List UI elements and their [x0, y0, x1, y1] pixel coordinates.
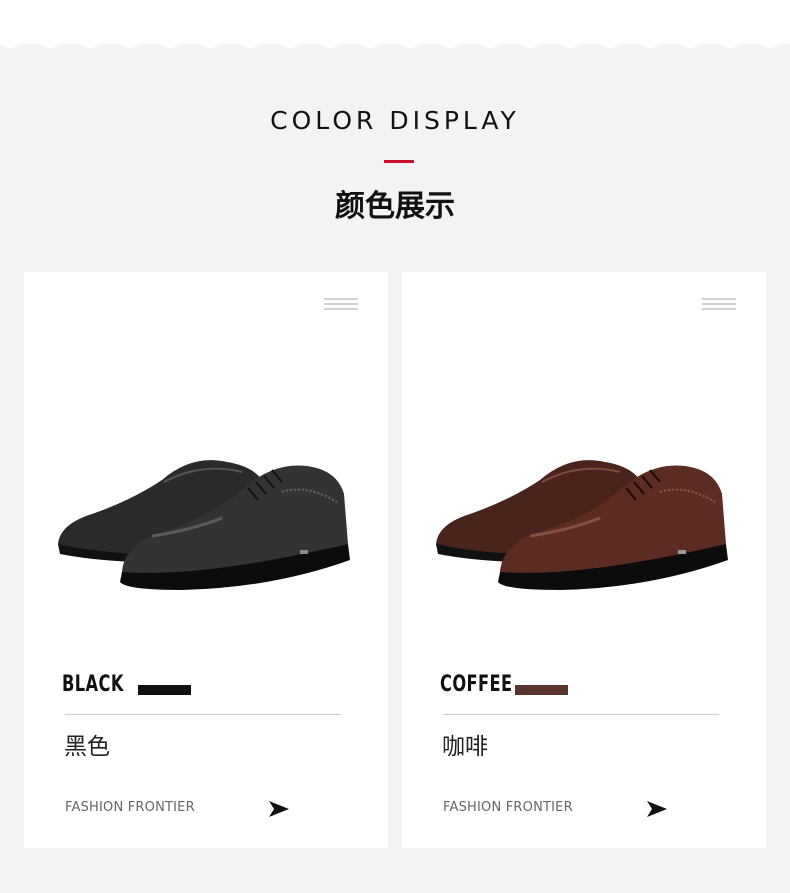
arrow-right-icon[interactable] — [268, 800, 290, 818]
divider — [65, 714, 341, 715]
color-name-cn: 咖啡 — [442, 734, 488, 760]
section-title-cn: 颜色展示 — [335, 189, 455, 224]
title-accent-line — [384, 160, 414, 163]
coffee-shoe-image — [436, 460, 728, 590]
hamburger-icon — [702, 298, 736, 314]
color-card-coffee[interactable]: COFFEE 咖啡 FASHION FRONTIER — [402, 272, 766, 848]
black-shoe-image — [58, 460, 350, 590]
section-title-en: COLOR DISPLAY — [270, 106, 520, 135]
color-name-en: COFFEE — [440, 672, 513, 697]
color-swatch — [138, 685, 191, 695]
divider — [443, 714, 719, 715]
color-name-cn: 黑色 — [64, 734, 110, 760]
arrow-right-icon[interactable] — [646, 800, 668, 818]
scalloped-top-border — [0, 0, 790, 48]
color-swatch — [515, 685, 568, 695]
hamburger-icon — [324, 298, 358, 314]
color-card-black[interactable]: BLACK 黑色 FASHION FRONTIER — [24, 272, 388, 848]
tagline: FASHION FRONTIER — [443, 800, 573, 815]
color-name-en: BLACK — [62, 672, 124, 697]
tagline: FASHION FRONTIER — [65, 800, 195, 815]
